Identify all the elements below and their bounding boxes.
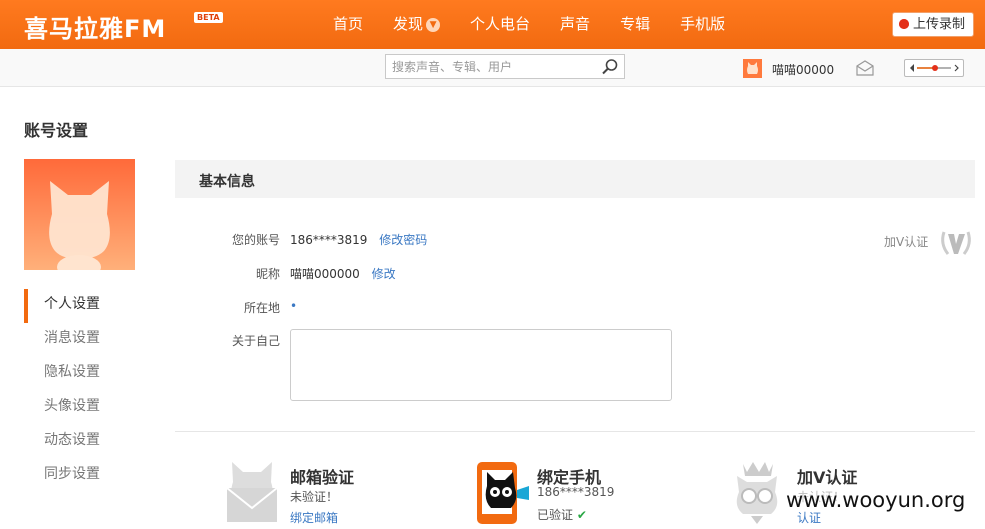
check-icon: ✔ — [576, 508, 587, 522]
about-textarea[interactable] — [290, 329, 672, 401]
nav-personal-radio[interactable]: 个人电台 — [455, 0, 545, 49]
email-card-title: 邮箱验证 — [290, 468, 355, 487]
beta-badge: BETA — [194, 12, 223, 23]
sub-toolbar: 喵喵000000 — [0, 49, 985, 87]
phone-number: 186****3819 — [537, 485, 615, 499]
v-cat-icon — [736, 462, 778, 524]
site-logo[interactable]: 喜马拉雅FM — [24, 9, 166, 44]
section-divider — [175, 431, 975, 432]
location-value[interactable]: • — [290, 299, 297, 313]
mail-icon[interactable] — [856, 60, 874, 76]
side-item-avatar[interactable]: 头像设置 — [24, 391, 144, 425]
nav-home[interactable]: 首页 — [318, 0, 378, 49]
basic-info-header: 基本信息 — [175, 160, 975, 198]
bind-email-link[interactable]: 绑定邮箱 — [290, 509, 338, 526]
account-label: 您的账号 — [231, 233, 280, 247]
user-name[interactable]: 喵喵000000 — [772, 61, 834, 78]
main-nav: 首页 发现 ▼ 个人电台 声音 专辑 手机版 — [318, 0, 740, 49]
chevron-down-icon: ▼ — [426, 18, 441, 32]
side-item-message[interactable]: 消息设置 — [24, 323, 144, 357]
side-item-activity[interactable]: 动态设置 — [24, 425, 144, 459]
watermark: www.wooyun.org — [786, 488, 966, 512]
top-navbar: 喜马拉雅FM BETA 首页 发现 ▼ 个人电台 声音 专辑 手机版 上传录制 — [0, 0, 985, 49]
section-title: 基本信息 — [199, 174, 255, 190]
email-cat-icon — [226, 462, 278, 522]
phone-status: 已验证 ✔ — [537, 508, 587, 522]
upload-record-button[interactable]: 上传录制 — [892, 12, 974, 37]
search-icon[interactable] — [601, 58, 619, 76]
search-box — [385, 54, 625, 79]
side-item-personal[interactable]: 个人设置 — [24, 289, 144, 323]
nickname-value: 喵喵000000 修改 — [290, 267, 396, 281]
account-value: 186****3819 修改密码 — [290, 233, 428, 247]
location-label: 所在地 — [243, 301, 280, 315]
change-password-link[interactable]: 修改密码 — [379, 233, 427, 247]
v-badge-icon[interactable] — [938, 226, 974, 260]
search-input[interactable] — [386, 55, 596, 78]
nav-discover[interactable]: 发现 ▼ — [378, 0, 455, 49]
v-verify-label[interactable]: 加V认证 — [884, 233, 928, 250]
nav-mobile[interactable]: 手机版 — [665, 0, 740, 49]
volume-slider-icon[interactable] — [905, 60, 963, 76]
edit-nickname-link[interactable]: 修改 — [372, 267, 396, 281]
v-card-title: 加V认证 — [797, 468, 858, 487]
phone-cat-icon — [477, 462, 529, 524]
profile-avatar[interactable] — [24, 159, 135, 270]
nickname-label: 昵称 — [255, 267, 280, 281]
nav-albums[interactable]: 专辑 — [605, 0, 665, 49]
nav-sounds[interactable]: 声音 — [545, 0, 605, 49]
side-item-sync[interactable]: 同步设置 — [24, 459, 144, 493]
email-status: 未验证！ — [290, 490, 339, 504]
mini-player[interactable] — [904, 59, 964, 77]
page-title: 账号设置 — [24, 121, 89, 140]
side-item-privacy[interactable]: 隐私设置 — [24, 357, 144, 391]
cat-avatar-icon — [49, 181, 110, 270]
about-label: 关于自己 — [231, 334, 280, 348]
user-avatar[interactable] — [743, 59, 762, 78]
record-icon — [899, 19, 909, 29]
settings-side-menu: 个人设置 消息设置 隐私设置 头像设置 动态设置 同步设置 — [24, 289, 144, 493]
